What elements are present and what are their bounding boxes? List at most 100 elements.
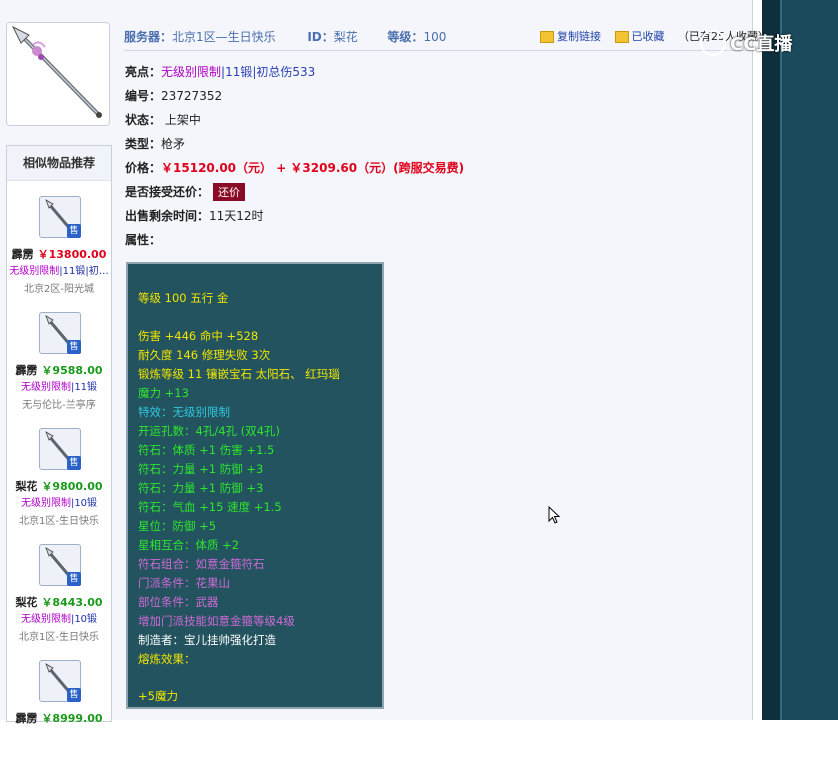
spear-icon[interactable]: 售 [39,196,81,238]
attribute-line: 耐久度 146 修理失败 3次 [138,348,271,362]
similar-item-tag: |11锻 [70,382,98,393]
spear-icon[interactable]: 售 [39,660,81,702]
attribute-line: 特效：无级别限制 [138,405,230,419]
spear-icon[interactable]: 售 [39,428,81,470]
attribute-line: 符石组合：如意金箍符石 [138,557,265,571]
similar-item-tags: 无级别限制|10锻 [7,494,111,509]
attribute-line: 开运孔数：4孔/4孔 (双4孔) [138,424,280,438]
similar-item[interactable]: 售梨花 ￥9800.00 无级别限制|10锻 北京1区-生日快乐 [7,428,111,544]
attribute-line: 符石：气血 +15 速度 +1.5 [138,500,282,514]
for-sale-badge: 售 [67,340,81,354]
attribute-line: 增加门派技能如意金箍等级4级 [138,614,295,628]
attribute-line: 符石：体质 +1 伤害 +1.5 [138,443,275,457]
attribute-line: 门派条件：花果山 [138,576,230,590]
remaining-time-label: 出售剩余时间： [125,209,210,223]
status-value: 上架中 [164,113,201,127]
attributes-label: 属性： [125,233,162,247]
status-row: 状态： 上架中 [125,111,201,128]
price-row: 价格：￥15120.00（元） + ￥3209.60（元）(跨服交易费) [125,159,464,176]
price-value: ￥15120.00（元） + ￥3209.60（元）(跨服交易费) [161,161,465,175]
similar-item-tags: 无级别限制|11锻 [7,378,111,393]
type-value: 枪矛 [161,137,186,151]
attribute-line: 星相互合：体质 +2 [138,538,240,552]
similar-item-tag: 无级别限制 [20,382,71,393]
attribute-line: +5魔力 [138,689,178,703]
similar-item[interactable]: 售霹雳 ￥8999.00 [7,660,111,776]
number-row: 编号：23727352 [125,87,222,104]
attribute-line: 星位：防御 +5 [138,519,217,533]
type-label: 类型： [125,137,162,151]
similar-item-seller: 梨花 [15,596,38,609]
attribute-line: 伤害 +446 命中 +528 [138,329,259,343]
similar-item-price[interactable]: ￥8999.00 [41,712,102,725]
highlight-tag-2: 11锻 [225,65,253,79]
favorite-icon [614,31,629,43]
id-value: 梨花 [333,30,358,44]
for-sale-badge: 售 [67,688,81,702]
watermark-logo-icon [700,30,726,56]
similar-item-summary: 霹雳 ￥13800.00 [7,246,111,262]
price-label: 价格： [125,161,162,175]
remaining-time-value: 11天12时 [209,209,264,223]
copy-link-icon [540,31,554,43]
similar-item-tags: 无级别限制|11锻|初… [7,262,111,277]
for-sale-badge: 售 [67,572,81,586]
scroll-gutter [762,0,780,720]
watermark-text: CC直播 [730,34,793,55]
similar-item[interactable]: 售霹雳 ￥9588.00 无级别限制|11锻 无与伦比-兰亭序 [7,312,111,428]
mouse-cursor-icon [548,506,560,524]
similar-items-sidebar: 相似物品推荐 售霹雳 ￥13800.00 无级别限制|11锻|初… 北京2区-阳光城售… [6,145,112,725]
header-divider [124,50,752,51]
highlight-row: 亮点：无级别限制|11锻|初总伤533 [125,63,315,80]
server-value: 北京1区—生日快乐 [172,30,276,44]
similar-item-server: 北京2区-阳光城 [24,284,94,295]
attribute-line: 符石：力量 +1 防御 +3 [138,462,264,476]
highlight-tag-1: 无级别限制 [161,65,222,79]
similar-item-seller: 梨花 [15,480,38,493]
level-label: 等级： [387,30,424,44]
similar-item-server: 无与伦比-兰亭序 [22,400,96,411]
server-label: 服务器： [124,30,173,44]
id-label: ID： [307,30,334,44]
similar-item-summary: 霹雳 ￥8999.00 [7,710,111,726]
similar-item-price[interactable]: ￥13800.00 [38,248,107,261]
attribute-line: 熔炼效果： [138,652,196,666]
attribute-line: 制造者：宝儿挂帅强化打造 [138,633,276,647]
number-label: 编号： [125,89,162,103]
highlight-label: 亮点： [125,65,162,79]
spear-icon[interactable]: 售 [39,312,81,354]
side-background [762,0,838,720]
similar-item-seller: 霹雳 [15,712,38,725]
similar-item-price[interactable]: ￥9800.00 [41,480,102,493]
item-thumbnail [6,22,110,126]
similar-item-price[interactable]: ￥9588.00 [41,364,102,377]
counter-offer-button[interactable]: 还价 [213,183,246,201]
similar-item[interactable]: 售梨花 ￥8443.00 无级别限制|10锻 北京1区-生日快乐 [7,544,111,660]
similar-item-tag: 无级别限制 [20,614,71,625]
similar-item-tag: |11锻|初… [59,266,109,277]
attributes-row: 属性： [125,231,161,248]
highlight-tag-3: 初总伤533 [256,65,316,79]
similar-item-tag: 无级别限制 [20,498,71,509]
similar-item-summary: 梨花 ￥8443.00 [7,594,111,610]
remaining-time-row: 出售剩余时间：11天12时 [125,207,264,224]
for-sale-badge: 售 [67,456,81,470]
status-label: 状态： [125,113,162,127]
counter-offer-label: 是否接受还价： [125,185,210,199]
sidebar-title: 相似物品推荐 [7,146,111,181]
attribute-line: 锻炼等级 11 镶嵌宝石 太阳石、 红玛瑙 [138,367,340,381]
number-value: 23727352 [161,89,223,103]
attribute-line: 部位条件：武器 [138,595,219,609]
item-detail-panel: 相似物品推荐 售霹雳 ￥13800.00 无级别限制|11锻|初… 北京2区-阳光城售… [0,0,769,725]
for-sale-badge: 售 [67,224,81,238]
copy-link-button[interactable]: 复制链接 [557,30,601,43]
similar-item-seller: 霹雳 [15,364,38,377]
spear-icon [11,25,102,118]
similar-item-price[interactable]: ￥8443.00 [41,596,102,609]
spear-icon[interactable]: 售 [39,544,81,586]
similar-item-seller: 霹雳 [11,248,34,261]
similar-item-tags: 无级别限制|10锻 [7,610,111,625]
similar-item[interactable]: 售霹雳 ￥13800.00 无级别限制|11锻|初… 北京2区-阳光城 [7,196,111,312]
favorited-button[interactable]: 已收藏 [632,30,665,43]
attribute-panel: 等级 100 五行 金伤害 +446 命中 +528 耐久度 146 修理失败 3… [126,262,384,709]
